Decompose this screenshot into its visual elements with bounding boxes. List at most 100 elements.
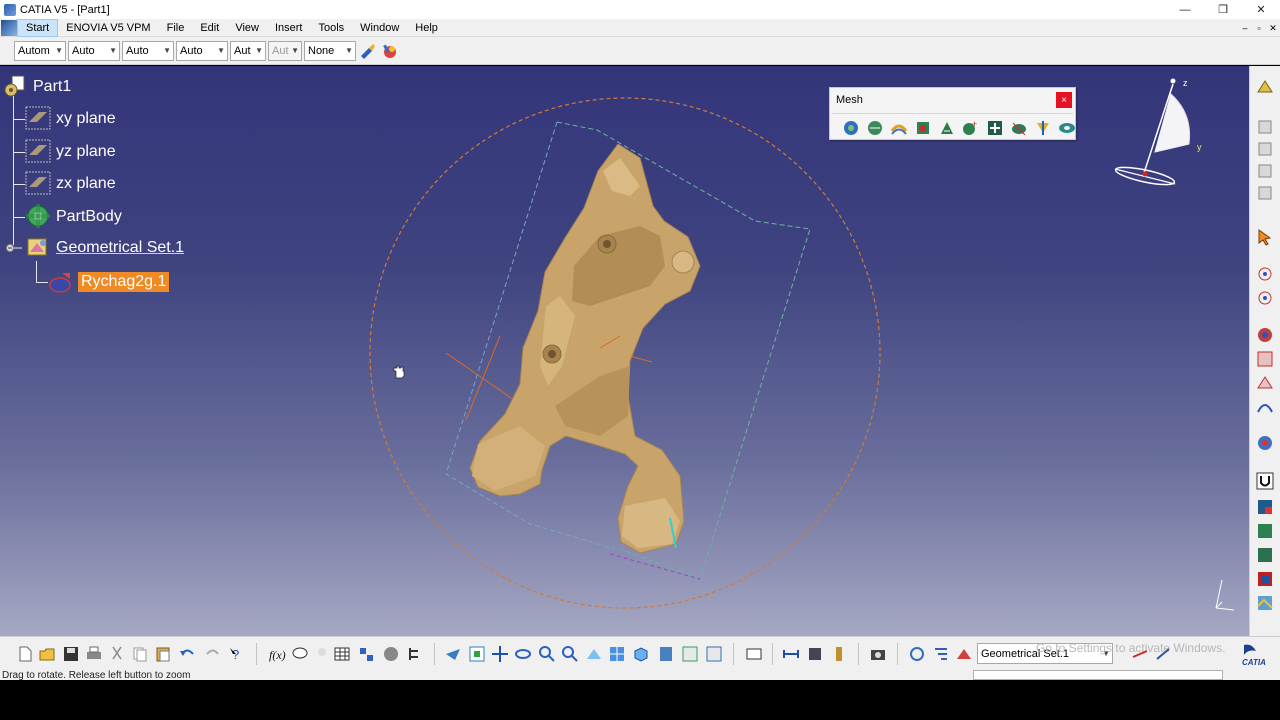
update-icon[interactable] [745, 645, 763, 663]
painter-icon[interactable] [358, 41, 378, 61]
normal-view-icon[interactable] [585, 645, 603, 663]
cut-icon[interactable] [108, 645, 126, 663]
plane-tool-icon[interactable] [1256, 140, 1274, 158]
save-icon[interactable] [62, 645, 80, 663]
hide-show-icon[interactable] [681, 645, 699, 663]
mesh-toolbar-close-button[interactable]: × [1056, 92, 1072, 108]
measure-item-icon[interactable] [806, 645, 824, 663]
point-symbol-combo[interactable]: Aut ▼ [230, 40, 266, 61]
mesh-decimate-icon[interactable] [938, 119, 956, 137]
transparency-combo[interactable]: Auto ▼ [68, 40, 120, 61]
mesh-creation-side-icon[interactable] [1256, 326, 1274, 344]
render-style-icon[interactable] [657, 645, 675, 663]
menu-window[interactable]: Window [352, 19, 407, 37]
open-icon[interactable] [38, 645, 56, 663]
part-root-icon[interactable] [2, 74, 28, 100]
mesh-toolbar-panel[interactable]: Mesh × + [829, 87, 1076, 140]
capture-icon[interactable] [869, 645, 887, 663]
mesh-smooth-icon[interactable] [914, 119, 932, 137]
measure-between-icon[interactable] [782, 645, 800, 663]
minimize-button[interactable]: — [1166, 0, 1204, 19]
cloud-edit-icon[interactable] [1256, 288, 1274, 306]
3d-viewport[interactable]: Part1 xy plane yz plane zx plane PartBod… [0, 66, 1249, 636]
power-input-field[interactable] [973, 670, 1223, 680]
select-mesh-icon[interactable] [1131, 645, 1149, 663]
macro-icon[interactable] [357, 645, 375, 663]
pan-icon[interactable] [491, 645, 509, 663]
sketch-icon[interactable] [1256, 118, 1274, 136]
fill-color-combo[interactable]: Autom ▼ [14, 40, 66, 61]
measure-inertia-icon[interactable] [830, 645, 848, 663]
close-button[interactable]: ✕ [1242, 0, 1280, 19]
geometrical-set-icon[interactable] [25, 234, 51, 260]
menu-file[interactable]: File [159, 19, 193, 37]
tree-item-yz-plane[interactable]: yz plane [56, 143, 116, 161]
mesh-trim-icon[interactable] [1010, 119, 1028, 137]
magnet-icon[interactable] [1256, 472, 1274, 490]
refresh-icon[interactable] [908, 645, 926, 663]
zoom-in-icon[interactable] [538, 645, 556, 663]
copy-icon[interactable] [131, 645, 149, 663]
swap-visible-icon[interactable] [705, 645, 723, 663]
iso-view-icon[interactable] [632, 645, 650, 663]
cloud-import-icon[interactable] [1256, 264, 1274, 282]
select-arrow-icon[interactable] [1256, 228, 1274, 246]
sweep-icon[interactable] [1256, 546, 1274, 564]
menu-view[interactable]: View [227, 19, 267, 37]
paste-icon[interactable] [154, 645, 172, 663]
mesh-creation-icon[interactable] [842, 119, 860, 137]
menu-help[interactable]: Help [407, 19, 446, 37]
analysis-icon[interactable] [1256, 434, 1274, 452]
mesh-flip-icon[interactable] [1034, 119, 1052, 137]
line-thickness-combo[interactable]: Auto ▼ [122, 40, 174, 61]
multi-view-icon[interactable] [608, 645, 626, 663]
line-tool-icon[interactable] [1256, 184, 1274, 202]
layer-combo[interactable]: None ▼ [304, 40, 356, 61]
mesh-merge-icon[interactable]: + [962, 119, 980, 137]
mesh-icon[interactable] [48, 269, 74, 295]
mesh-fill-holes-icon[interactable] [1058, 119, 1076, 137]
graphic-properties-icon[interactable] [380, 41, 400, 61]
undo-icon[interactable] [178, 645, 196, 663]
menu-start[interactable]: Start [17, 18, 59, 37]
map-icon[interactable] [1256, 594, 1274, 612]
new-icon[interactable] [16, 645, 34, 663]
curve-icon[interactable] [1256, 398, 1274, 416]
define-work-object-icon[interactable] [955, 645, 973, 663]
plane-icon[interactable] [25, 171, 51, 195]
menu-tools[interactable]: Tools [310, 19, 352, 37]
catia-logo-icon[interactable] [1, 19, 17, 36]
plane-icon[interactable] [25, 106, 51, 130]
collapse-icon[interactable] [4, 243, 22, 252]
doc-minimize-button[interactable]: – [1238, 19, 1252, 37]
restore-button[interactable]: ❐ [1204, 0, 1242, 19]
mesh-split-icon[interactable] [986, 119, 1004, 137]
knowledge-icon[interactable] [1256, 78, 1274, 96]
print-icon[interactable] [85, 645, 103, 663]
plane-icon[interactable] [25, 139, 51, 163]
redo-icon[interactable] [204, 645, 222, 663]
line-type-combo[interactable]: Auto ▼ [176, 40, 228, 61]
zoom-out-icon[interactable] [561, 645, 579, 663]
menu-insert[interactable]: Insert [267, 19, 311, 37]
scan-icon[interactable] [1256, 374, 1274, 392]
tools-icon[interactable] [1155, 645, 1173, 663]
doc-restore-button[interactable]: ▫ [1252, 19, 1266, 37]
point-tool-icon[interactable] [1256, 162, 1274, 180]
mesh-cleaner-icon[interactable] [866, 119, 884, 137]
menu-edit[interactable]: Edit [192, 19, 227, 37]
tree-item-partbody[interactable]: PartBody [56, 208, 122, 226]
tree-item-zx-plane[interactable]: zx plane [56, 175, 116, 193]
fit-all-icon[interactable] [468, 645, 486, 663]
fly-mode-icon[interactable] [444, 645, 462, 663]
blend-icon[interactable] [1256, 570, 1274, 588]
formula-icon[interactable]: f(x) [268, 645, 286, 663]
fill-icon[interactable] [1256, 522, 1274, 540]
part-rychag2g[interactable] [469, 143, 701, 554]
whats-this-icon[interactable]: ? [228, 645, 246, 663]
doc-close-button[interactable]: ✕ [1266, 19, 1280, 37]
mesh-offset-side-icon[interactable] [1256, 350, 1274, 368]
catalog-icon[interactable] [382, 645, 400, 663]
partbody-icon[interactable] [25, 203, 51, 229]
menu-enovia[interactable]: ENOVIA V5 VPM [58, 19, 158, 37]
